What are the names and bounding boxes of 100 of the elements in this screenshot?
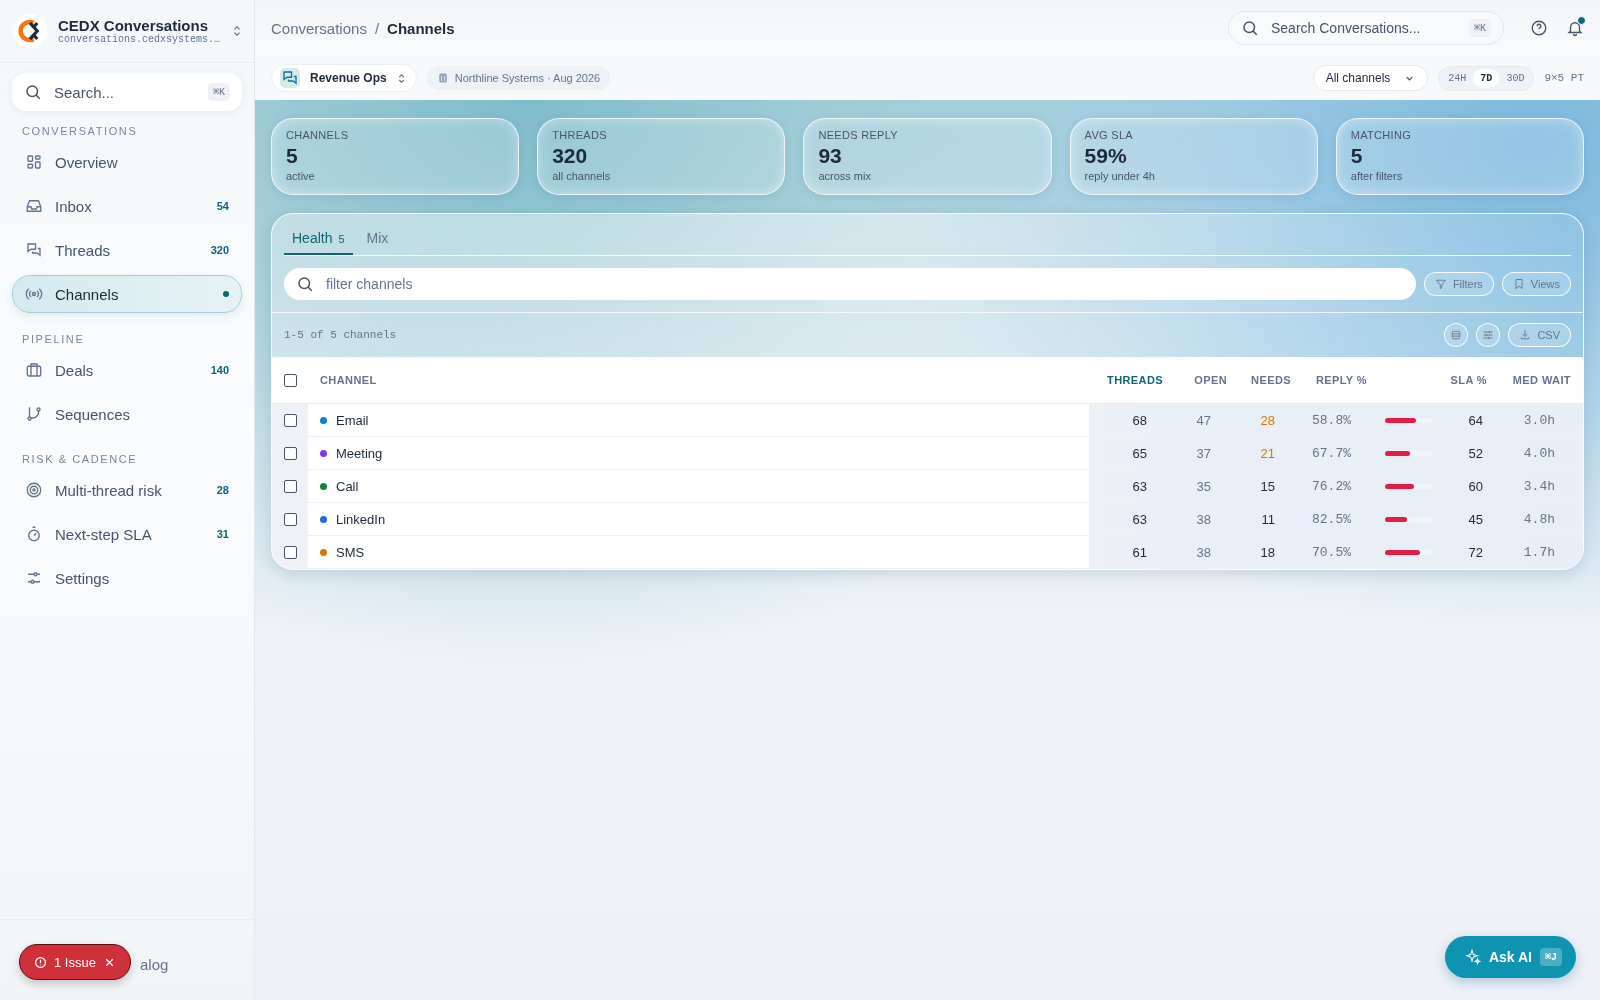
workspace-selector[interactable]: Revenue Ops — [271, 64, 417, 92]
stat-label: THREADS — [552, 129, 608, 141]
count-label: 140 — [210, 364, 229, 376]
sliders-icon — [1482, 329, 1495, 341]
issue-toast[interactable]: 1 Issue — [19, 944, 131, 980]
table-cell-text: 1.7h — [1522, 544, 1556, 560]
channel-name: LinkedIn — [336, 511, 386, 527]
count-label: 320 — [210, 244, 229, 256]
chevron-up-down-icon[interactable] — [232, 24, 242, 38]
table-cell-text: 70.5% — [1311, 544, 1352, 560]
channel-name: Meeting — [336, 445, 383, 461]
table-cell-text: 64 — [1467, 412, 1483, 428]
table-cell-text: 63 — [1131, 511, 1148, 527]
table-cell-text: 4.8h — [1522, 511, 1556, 527]
table-cell-text: 21 — [1259, 445, 1276, 461]
table-cell-text: 63 — [1131, 478, 1148, 494]
table-cell-text: 11 — [1260, 511, 1276, 527]
range-option[interactable]: 30D — [1499, 68, 1532, 88]
stat-value: 59% — [1084, 144, 1128, 168]
filters-button[interactable]: Filters — [1423, 272, 1494, 296]
alert-icon — [34, 955, 47, 969]
channel-name: Email — [336, 412, 369, 428]
table-cell-text: 67.7% — [1311, 445, 1352, 461]
building-icon — [436, 72, 449, 84]
nav-item[interactable]: Threads 320 — [12, 231, 242, 269]
grid-icon — [25, 153, 43, 171]
table-cell-text: 68 — [1131, 412, 1148, 428]
bell-icon[interactable] — [1566, 19, 1584, 37]
table-cell-text: 60 — [1467, 478, 1483, 494]
channel-name: Call — [336, 478, 359, 494]
shortcut-hint: ⌘K — [1468, 19, 1491, 37]
nav-item[interactable]: Overview — [12, 143, 242, 181]
nav-item[interactable]: Channels — [12, 275, 242, 313]
help-icon[interactable] — [1530, 19, 1548, 37]
stat-label: AVG SLA — [1084, 129, 1134, 141]
ask-ai-button[interactable]: Ask AI ⌘J — [1444, 936, 1576, 978]
filter-field[interactable]: filter channels — [284, 268, 1416, 300]
row-checkbox[interactable] — [284, 413, 297, 427]
stat-caption: reply under 4h — [1084, 170, 1156, 182]
table-cell-text: 3.0h — [1522, 412, 1556, 428]
download-icon — [1519, 329, 1532, 341]
table-cell-text: 28 — [1259, 412, 1276, 428]
table-cell-text: 47 — [1195, 412, 1212, 428]
row-checkbox[interactable] — [284, 479, 297, 493]
filter-icon — [1434, 278, 1447, 290]
sliders-icon — [25, 569, 43, 587]
nav-item[interactable]: Inbox 54 — [12, 187, 242, 225]
column-header[interactable]: CHANNEL — [308, 374, 1105, 386]
column-header[interactable]: SLA % — [1379, 374, 1499, 386]
count-label: 54 — [216, 200, 229, 212]
breadcrumb-current: Channels — [387, 19, 455, 37]
table-cell-text: 58.8% — [1311, 412, 1352, 428]
table-cell-text: 72 — [1467, 544, 1483, 560]
column-header[interactable]: NEEDS — [1239, 374, 1303, 386]
logo-icon — [12, 13, 48, 49]
channel-dropdown[interactable]: All channels — [1312, 65, 1429, 91]
bookmark-icon — [1512, 278, 1525, 290]
row-checkbox[interactable] — [284, 512, 297, 526]
breadcrumb-link[interactable]: Conversations — [271, 19, 367, 37]
csv-button[interactable]: CSV — [1508, 323, 1571, 347]
tab[interactable]: Health 5 — [284, 222, 353, 255]
table-cell-text: 15 — [1259, 478, 1276, 494]
nav-item[interactable]: Settings — [12, 559, 242, 597]
select-all-checkbox[interactable] — [284, 373, 297, 387]
nav-item[interactable]: Next-step SLA 31 — [12, 515, 242, 553]
timer-icon — [25, 525, 43, 543]
search-input[interactable]: Search... — [52, 82, 198, 102]
table-cell-text: 65 — [1131, 445, 1148, 461]
table-cell-text: 45 — [1467, 511, 1483, 527]
density-button[interactable] — [1444, 323, 1469, 347]
column-header[interactable]: REPLY % — [1303, 374, 1379, 386]
footer-link[interactable]: alog — [140, 956, 169, 973]
column-header[interactable]: OPEN — [1175, 374, 1239, 386]
column-header[interactable]: THREADS — [1105, 374, 1175, 386]
range-option[interactable]: 24H — [1441, 68, 1474, 88]
table-cell-text: 35 — [1195, 478, 1212, 494]
search-input[interactable]: Search Conversations... — [1269, 19, 1459, 37]
table-cell-text: 38 — [1195, 511, 1212, 527]
table-cell-text: 82.5% — [1311, 511, 1352, 527]
chat-icon — [25, 241, 43, 259]
active-dot-icon — [223, 291, 229, 297]
nav-item[interactable]: Multi-thread risk 28 — [12, 471, 242, 509]
row-checkbox[interactable] — [284, 446, 297, 460]
tab[interactable]: Mix — [358, 222, 397, 255]
breadcrumb-separator: / — [374, 19, 380, 37]
inbox-icon — [25, 197, 43, 215]
nav-item[interactable]: Sequences — [12, 395, 242, 433]
nav-item[interactable]: Deals 140 — [12, 351, 242, 389]
search-field[interactable]: Search Conversations... ⌘K — [1228, 11, 1504, 45]
column-header[interactable]: MED WAIT — [1499, 374, 1583, 386]
result-count: 1-5 of 5 channels — [284, 329, 397, 341]
row-checkbox[interactable] — [284, 545, 297, 559]
sidebar-search-field[interactable]: Search... ⌘K — [12, 73, 242, 111]
branch-icon — [25, 405, 43, 423]
views-button[interactable]: Views — [1501, 272, 1571, 296]
shortcut-hint: ⌘J — [1539, 948, 1562, 966]
search-icon — [1241, 19, 1259, 37]
shortcut-hint: ⌘K — [207, 83, 230, 101]
range-option[interactable]: 7D — [1473, 68, 1500, 88]
stat-label: NEEDS REPLY — [818, 129, 899, 141]
